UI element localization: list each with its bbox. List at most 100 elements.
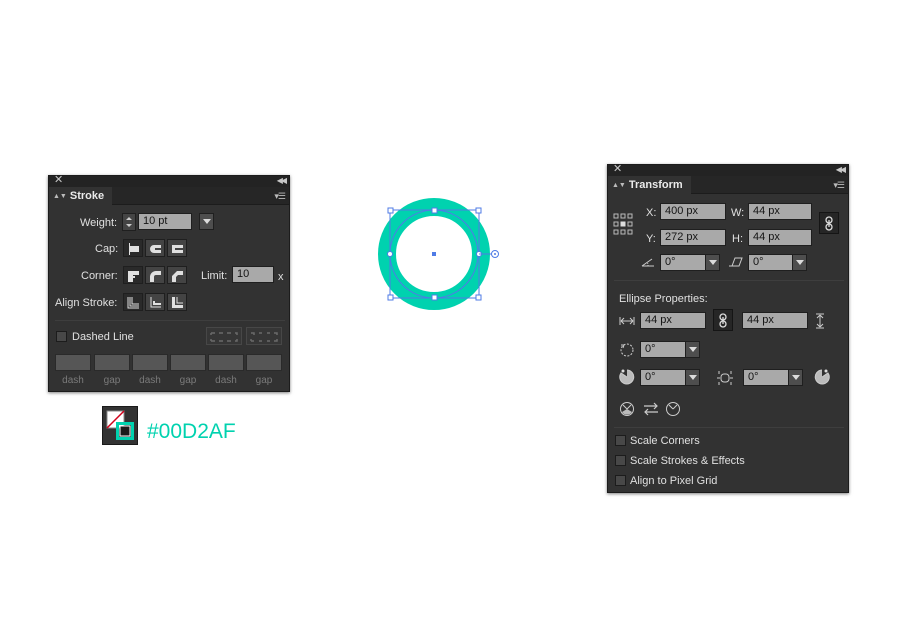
divider bbox=[614, 280, 844, 281]
dash-2-input[interactable] bbox=[132, 354, 168, 371]
transform-panel: ✕ ◀◀ ▲▼ Transform ▾☰ X: 400 px W: 44 px Y… bbox=[607, 163, 849, 493]
dash-align-button[interactable] bbox=[246, 327, 282, 345]
fill-stroke-swatch[interactable] bbox=[102, 406, 138, 445]
scale-corners-checkbox[interactable] bbox=[615, 435, 626, 446]
panel-menu-icon[interactable]: ▾☰ bbox=[274, 190, 286, 202]
limit-input[interactable]: 10 bbox=[232, 266, 274, 283]
limit-unit: x bbox=[278, 271, 284, 283]
collapse-icon[interactable]: ◀◀ bbox=[836, 164, 846, 176]
x-input[interactable]: 400 px bbox=[660, 203, 726, 220]
shear-dropdown-button[interactable] bbox=[792, 254, 807, 271]
dash-3-input[interactable] bbox=[208, 354, 244, 371]
scale-strokes-checkbox[interactable] bbox=[615, 455, 626, 466]
gap-3-input[interactable] bbox=[246, 354, 282, 371]
scale-strokes-label: Scale Strokes & Effects bbox=[630, 455, 745, 467]
tab-bar: ▲▼ Transform ▾☰ bbox=[608, 176, 848, 194]
chain-link-icon bbox=[825, 216, 833, 231]
weight-input[interactable]: 10 pt bbox=[138, 213, 192, 230]
constrain-proportions-button[interactable] bbox=[819, 212, 839, 234]
collapse-icon[interactable]: ◀◀ bbox=[277, 175, 287, 187]
dash-align-icon bbox=[250, 332, 278, 342]
projecting-cap-button[interactable] bbox=[167, 239, 187, 257]
ellipse-angle-input[interactable]: 0° bbox=[640, 341, 686, 358]
ellipse-constrain-button[interactable] bbox=[713, 309, 733, 331]
align-center-icon bbox=[127, 297, 139, 309]
close-icon[interactable]: ✕ bbox=[613, 163, 622, 176]
round-cap-button[interactable] bbox=[145, 239, 165, 257]
weight-label: Weight: bbox=[80, 217, 118, 229]
bevel-join-icon bbox=[172, 271, 183, 282]
x-label: X: bbox=[646, 207, 657, 219]
pie-end-input[interactable]: 0° bbox=[743, 369, 789, 386]
pie-start-icon bbox=[619, 369, 635, 385]
tab-transform[interactable]: ▲▼ Transform bbox=[608, 176, 691, 194]
pie-start-dropdown-button[interactable] bbox=[685, 369, 700, 386]
align-pixel-grid-checkbox[interactable] bbox=[615, 475, 626, 486]
panel-menu-icon[interactable]: ▾☰ bbox=[833, 179, 845, 191]
tab-bar: ▲▼ Stroke ▾☰ bbox=[49, 187, 289, 205]
fill-stroke-icon bbox=[106, 410, 134, 440]
ellipse-width-icon bbox=[619, 317, 635, 325]
miter-join-icon bbox=[128, 271, 139, 282]
weight-dropdown-button[interactable] bbox=[199, 213, 214, 230]
align-inside-button[interactable] bbox=[145, 293, 165, 311]
corner-label: Corner: bbox=[81, 270, 118, 282]
bevel-join-button[interactable] bbox=[167, 266, 187, 284]
invert-pie-end-icon[interactable] bbox=[665, 401, 681, 417]
reference-point-icon[interactable] bbox=[613, 213, 633, 235]
dash-3-label: dash bbox=[215, 375, 237, 386]
round-cap-icon bbox=[150, 245, 161, 253]
dashed-line-label: Dashed Line bbox=[72, 331, 134, 343]
tab-stroke-label: Stroke bbox=[69, 190, 105, 202]
gap-1-input[interactable] bbox=[94, 354, 130, 371]
align-stroke-label: Align Stroke: bbox=[55, 297, 118, 309]
align-center-button[interactable] bbox=[123, 293, 143, 311]
width-input[interactable]: 44 px bbox=[748, 203, 812, 220]
dash-preserve-button[interactable] bbox=[206, 327, 242, 345]
ellipse-height-input[interactable]: 44 px bbox=[742, 312, 808, 329]
pie-link-icon[interactable] bbox=[716, 370, 734, 386]
align-pixel-grid-label: Align to Pixel Grid bbox=[630, 475, 718, 487]
swap-pie-icon[interactable] bbox=[643, 402, 659, 416]
dash-preserve-icon bbox=[210, 332, 238, 342]
rotate-input[interactable]: 0° bbox=[660, 254, 706, 271]
pie-start-input[interactable]: 0° bbox=[640, 369, 686, 386]
round-join-button[interactable] bbox=[145, 266, 165, 284]
panel-titlebar: ✕ ◀◀ bbox=[608, 163, 848, 176]
y-input[interactable]: 272 px bbox=[660, 229, 726, 246]
invert-pie-start-icon[interactable] bbox=[619, 401, 635, 417]
rotate-dropdown-button[interactable] bbox=[705, 254, 720, 271]
ellipse-angle-icon bbox=[620, 343, 634, 357]
gap-3-label: gap bbox=[255, 375, 273, 386]
ellipse-properties-heading: Ellipse Properties: bbox=[619, 293, 708, 305]
divider bbox=[614, 427, 844, 428]
align-outside-icon bbox=[172, 297, 183, 308]
miter-join-button[interactable] bbox=[123, 266, 143, 284]
shear-input[interactable]: 0° bbox=[748, 254, 794, 271]
weight-stepper[interactable] bbox=[122, 213, 136, 231]
divider bbox=[55, 320, 285, 321]
pie-end-dropdown-button[interactable] bbox=[788, 369, 803, 386]
w-label: W: bbox=[731, 207, 745, 219]
tab-stroke[interactable]: ▲▼ Stroke bbox=[49, 187, 113, 205]
rotate-angle-icon bbox=[641, 258, 654, 267]
tab-updown-icon: ▲▼ bbox=[53, 193, 67, 200]
panel-titlebar: ✕ ◀◀ bbox=[49, 174, 289, 187]
ellipse-width-input[interactable]: 44 px bbox=[640, 312, 706, 329]
dashed-line-checkbox[interactable] bbox=[56, 331, 67, 342]
align-outside-button[interactable] bbox=[167, 293, 187, 311]
dash-1-input[interactable] bbox=[55, 354, 91, 371]
tab-updown-icon: ▲▼ bbox=[612, 182, 626, 189]
gap-2-input[interactable] bbox=[170, 354, 206, 371]
stroke-panel: ✕ ◀◀ ▲▼ Stroke ▾☰ Weight: 10 pt Cap: Corn… bbox=[48, 174, 290, 392]
butt-cap-button[interactable] bbox=[123, 239, 143, 257]
h-label: H: bbox=[732, 233, 743, 245]
dash-2-label: dash bbox=[139, 375, 161, 386]
limit-label: Limit: bbox=[201, 270, 228, 282]
ellipse-angle-dropdown-button[interactable] bbox=[685, 341, 700, 358]
selected-ellipse[interactable] bbox=[378, 198, 502, 310]
pie-end-icon bbox=[814, 369, 830, 385]
height-input[interactable]: 44 px bbox=[748, 229, 812, 246]
dash-1-label: dash bbox=[62, 375, 84, 386]
close-icon[interactable]: ✕ bbox=[54, 174, 63, 187]
